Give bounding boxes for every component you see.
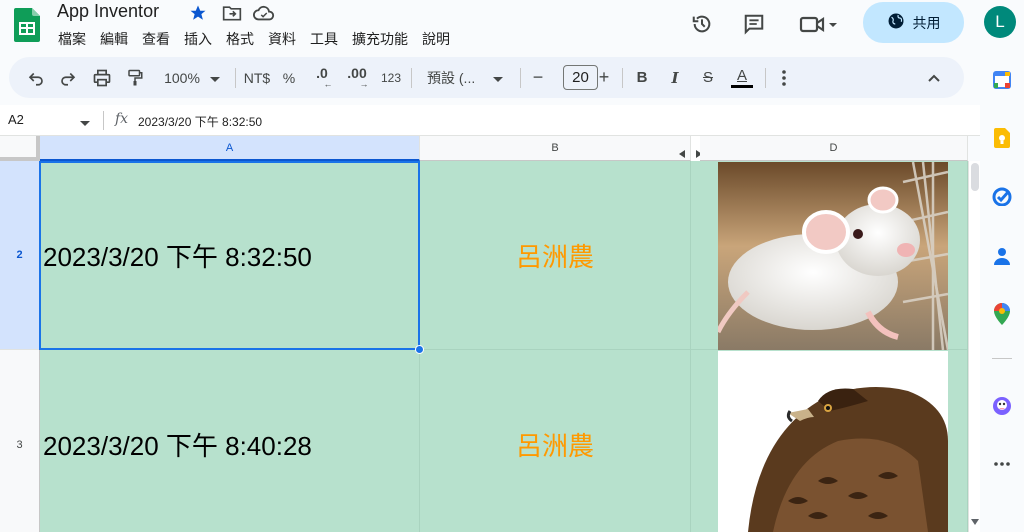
toolbar-divider xyxy=(765,68,766,88)
menu-tools[interactable]: 工具 xyxy=(310,29,338,49)
meet-video-icon[interactable] xyxy=(795,8,843,40)
keep-icon[interactable] xyxy=(992,128,1012,148)
increase-decimal-button[interactable]: .00 → xyxy=(343,57,371,98)
formula-divider xyxy=(103,111,104,130)
vertical-scrollbar[interactable] xyxy=(968,161,980,532)
column-header-a[interactable]: A xyxy=(40,136,420,161)
user-avatar[interactable]: L xyxy=(984,6,1016,38)
bold-button[interactable]: B xyxy=(631,57,653,98)
cloud-status-icon[interactable] xyxy=(253,2,275,24)
hawk-image[interactable] xyxy=(718,351,948,532)
percent-format-button[interactable]: % xyxy=(279,57,299,98)
redo-icon[interactable] xyxy=(55,57,81,98)
zoom-value: 100% xyxy=(164,69,200,86)
comment-icon[interactable] xyxy=(738,8,770,40)
side-panel xyxy=(980,56,1024,532)
font-family-select[interactable]: 預設 (... xyxy=(419,57,511,98)
menu-extensions[interactable]: 擴充功能 xyxy=(352,29,408,49)
globe-icon xyxy=(887,12,905,33)
cell-a2[interactable]: 2023/3/20 下午 8:32:50 xyxy=(40,161,420,350)
menu-insert[interactable]: 插入 xyxy=(184,29,212,49)
contacts-icon[interactable] xyxy=(992,246,1012,266)
menu-file[interactable]: 檔案 xyxy=(58,29,86,49)
currency-format-button[interactable]: NT$ xyxy=(242,57,272,98)
cell-a3[interactable]: 2023/3/20 下午 8:40:28 xyxy=(40,350,420,532)
text-color-button[interactable]: A xyxy=(729,57,755,98)
print-icon[interactable] xyxy=(89,57,115,98)
decrease-font-size-button[interactable]: − xyxy=(528,57,548,98)
sheets-logo-icon[interactable] xyxy=(14,8,40,42)
column-header-d[interactable]: D xyxy=(700,136,968,161)
share-button[interactable]: 共用 xyxy=(863,2,964,43)
chevron-down-icon xyxy=(209,70,220,86)
more-formats-button[interactable]: 123 xyxy=(378,57,404,98)
toolbar-divider xyxy=(235,68,236,88)
formula-input[interactable]: 2023/3/20 下午 8:32:50 xyxy=(138,113,262,130)
fill-handle[interactable] xyxy=(415,345,424,354)
increase-decimal-label: .00 xyxy=(347,65,367,81)
zoom-select[interactable]: 100% xyxy=(155,57,229,98)
italic-button[interactable]: I xyxy=(664,57,686,98)
increase-font-size-button[interactable]: + xyxy=(594,57,614,98)
addon-icon[interactable] xyxy=(992,396,1012,416)
share-label: 共用 xyxy=(912,14,941,31)
calendar-icon[interactable] xyxy=(992,70,1012,90)
menu-bar: 檔案 編輯 查看 插入 格式 資料 工具 擴充功能 說明 xyxy=(58,29,464,49)
menu-format[interactable]: 格式 xyxy=(226,29,254,49)
tasks-icon[interactable] xyxy=(992,186,1012,206)
formula-bar: A2 fx 2023/3/20 下午 8:32:50 xyxy=(0,105,980,136)
menu-edit[interactable]: 編輯 xyxy=(100,29,128,49)
font-family-value: 預設 (... xyxy=(427,69,476,86)
toolbar-divider xyxy=(520,68,521,88)
column-header-b[interactable]: B xyxy=(420,136,691,161)
move-folder-icon[interactable] xyxy=(221,2,243,24)
menu-view[interactable]: 查看 xyxy=(142,29,170,49)
mouse-image[interactable] xyxy=(718,162,948,350)
row-header-3[interactable]: 3 xyxy=(0,350,40,532)
spreadsheet-grid: A B D 2 3 2023/3/20 下午 8:32:50 呂洲農 2023/… xyxy=(0,136,968,532)
arrow-right-icon: → xyxy=(359,79,369,89)
cell-b3[interactable]: 呂洲農 xyxy=(420,350,691,532)
side-panel-divider xyxy=(992,358,1012,359)
sheets-app: App Inventor 檔案 編輯 查看 插入 格式 資料 工具 擴充功能 說… xyxy=(0,0,1024,532)
undo-icon[interactable] xyxy=(23,57,49,98)
more-horiz-icon[interactable] xyxy=(992,454,1012,474)
text-color-label: A xyxy=(736,66,747,84)
version-history-icon[interactable] xyxy=(686,8,718,40)
font-size-input[interactable]: 20 xyxy=(563,65,598,90)
chevron-down-icon[interactable] xyxy=(80,114,90,132)
arrow-left-icon: ← xyxy=(323,79,333,89)
maps-icon[interactable] xyxy=(992,303,1012,325)
row-header-2[interactable]: 2 xyxy=(0,161,40,350)
text-color-swatch xyxy=(731,84,753,88)
cell-b2[interactable]: 呂洲農 xyxy=(420,161,691,350)
decrease-decimal-label: .0 xyxy=(316,65,328,81)
collapse-menus-icon[interactable] xyxy=(923,57,945,98)
toolbar-divider xyxy=(411,68,412,88)
toolbar-divider xyxy=(622,68,623,88)
name-box[interactable]: A2 xyxy=(8,112,24,127)
menu-help[interactable]: 說明 xyxy=(422,29,450,49)
decrease-decimal-button[interactable]: .0 ← xyxy=(309,57,335,98)
title-bar: App Inventor 檔案 編輯 查看 插入 格式 資料 工具 擴充功能 說… xyxy=(0,0,1024,56)
scrollbar-thumb[interactable] xyxy=(971,163,979,191)
toolbar: 100% NT$ % .0 ← .00 → 123 預設 (... − 20 +… xyxy=(9,57,964,98)
select-all-corner[interactable] xyxy=(0,136,40,161)
document-title[interactable]: App Inventor xyxy=(57,1,159,22)
chevron-down-icon xyxy=(493,70,503,86)
paint-format-icon[interactable] xyxy=(122,57,148,98)
star-icon[interactable] xyxy=(187,2,209,24)
strikethrough-button[interactable]: S xyxy=(697,57,719,98)
scroll-down-arrow-icon[interactable] xyxy=(971,512,979,530)
more-options-icon[interactable] xyxy=(773,57,795,98)
fx-icon: fx xyxy=(115,111,129,127)
menu-data[interactable]: 資料 xyxy=(268,29,296,49)
